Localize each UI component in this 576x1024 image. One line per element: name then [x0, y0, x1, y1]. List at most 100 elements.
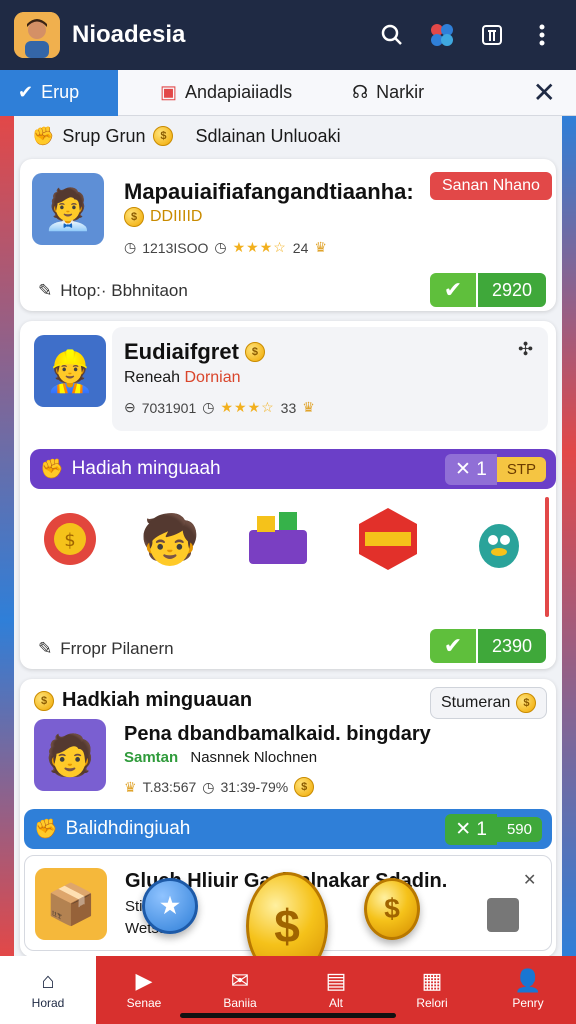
section-sub-label: Sdlainan Unluoaki — [195, 125, 341, 146]
coin-text: DDIIIID — [150, 208, 203, 225]
trophy-icon: ♛ — [314, 239, 327, 255]
banner-chip[interactable]: ✕ 1 STP — [445, 453, 546, 485]
clock-icon: ◷ — [214, 239, 227, 255]
scroll-indicator[interactable] — [545, 497, 549, 617]
nav-label: Penry — [512, 996, 544, 1010]
profile-avatar[interactable] — [14, 12, 60, 58]
banner-chip[interactable]: ✕ 1 590 — [445, 813, 542, 845]
card-thumbnail: 📦 — [35, 868, 107, 940]
reward-card[interactable]: 👷 Eudiaifgret $ Reneah Dornian ⊖ 7031901… — [20, 321, 556, 669]
reward-card[interactable]: 🧑‍💼 Mapauiaifiafangandtiaanha: Sanan Nha… — [20, 159, 556, 311]
footer-label: Htop:· Bbhnitaon — [60, 281, 188, 300]
coin-icon: $ — [34, 690, 54, 711]
prize-character[interactable]: 🧒 — [132, 501, 208, 577]
sparkle-icon[interactable]: ✣ — [518, 339, 533, 360]
banner-label: Hadiah minguaah — [71, 458, 221, 479]
floating-coin[interactable]: $ — [364, 878, 420, 940]
prize-mascot[interactable] — [460, 501, 536, 577]
trophy-icon: ♛ — [302, 399, 315, 415]
subtitle-red: Dornian — [184, 369, 241, 386]
tab-label: Narkir — [376, 82, 425, 102]
count-button[interactable]: 2920 — [478, 273, 546, 307]
coin-icon: $ — [244, 342, 265, 362]
check-button[interactable]: ✔ — [430, 629, 476, 663]
card-title-text: Eudiaifgret — [124, 339, 239, 364]
subtitle-rest: Nasnnek Nlochnen — [190, 749, 318, 766]
nav-label: Baniia — [223, 996, 257, 1010]
tab-andapiaiiadls[interactable]: ▣ Andapiaiiadls — [142, 70, 310, 116]
coin-icon: $ — [153, 126, 174, 146]
check-shield-icon: ✔ — [18, 82, 34, 102]
status-badge[interactable]: Sanan Nhano — [430, 172, 552, 200]
nav-senae[interactable]: ▶ Senae — [96, 956, 192, 1024]
user-icon: 👤 — [514, 968, 542, 993]
count-button[interactable]: 2390 — [478, 629, 546, 663]
meta-time: 7031901 — [141, 399, 197, 416]
nav-label: Senae — [126, 996, 162, 1010]
tab-label: Erup — [41, 82, 80, 102]
nav-home[interactable]: ⌂ Horad — [0, 956, 96, 1024]
document-icon: ▤ — [325, 968, 347, 993]
home-icon: ⌂ — [41, 968, 55, 993]
coin-icon: $ — [294, 777, 315, 797]
card-thumbnail: 👷 — [34, 335, 106, 407]
star-rating-icon: ★★★☆ — [220, 399, 275, 415]
bonus-banner: ✊ Balidhdingiuah ✕ 1 590 — [24, 809, 552, 849]
section-label: Srup Grun — [62, 125, 146, 146]
mail-icon: ✉ — [230, 968, 250, 993]
value-chip: STP — [496, 456, 546, 482]
pencil-icon: ✎ — [38, 281, 53, 300]
multiplier-chip: ✕ 1 — [445, 813, 497, 845]
meta-rating: 24 — [292, 239, 309, 256]
avatar-icon — [14, 12, 60, 58]
nav-label: Horad — [31, 996, 65, 1010]
nav-relori[interactable]: ▦ Relori — [384, 956, 480, 1024]
nav-label: Relori — [416, 996, 448, 1010]
card-footer: ✎ Htop:· Bbhnitaon — [38, 281, 188, 301]
tab-narkir[interactable]: ☊ Narkir — [334, 70, 442, 116]
handshake-icon: ✊ — [40, 459, 64, 480]
coin-value: $ DDIIIID — [124, 207, 202, 227]
filter-pill[interactable]: Stumeran $ — [430, 687, 548, 719]
subtitle-black: Reneah — [124, 369, 181, 386]
card-thumbnail: 🧑‍💼 — [32, 173, 104, 245]
value-chip: 590 — [496, 816, 542, 842]
prize-hexagon[interactable] — [350, 501, 426, 577]
wallet-icon[interactable] — [472, 15, 512, 55]
apps-icon[interactable] — [422, 15, 462, 55]
clock-icon: ◷ — [124, 239, 137, 255]
more-options-icon[interactable] — [522, 15, 562, 55]
nav-label: Alt — [328, 996, 343, 1010]
nav-penry[interactable]: 👤 Penry — [480, 956, 576, 1024]
section-title: $ Hadkiah minguauan — [34, 689, 252, 712]
app-title: Nioadesia — [72, 21, 186, 48]
prize-gift-box[interactable] — [240, 501, 316, 577]
check-button[interactable]: ✔ — [430, 273, 476, 307]
card-title: Pena dbandbamalkaid. bingdary — [124, 723, 431, 745]
side-decoration-right — [562, 116, 576, 956]
card-title: Mapauiaifiafangandtiaanha: — [124, 179, 414, 204]
floating-badge-icon[interactable]: ★ — [142, 878, 198, 934]
section-header: ✊ Srup Grun $ Sdlainan Unluoaki — [14, 116, 562, 156]
search-icon[interactable] — [372, 15, 412, 55]
multiplier-chip: ✕ 1 — [445, 453, 497, 485]
meta-rating: 33 — [280, 399, 297, 416]
coin-icon: $ — [124, 207, 144, 227]
clock-icon: ◷ — [202, 778, 215, 795]
tab-label: Andapiaiiadls — [185, 82, 293, 102]
claim-actions: ✔ 2920 — [430, 273, 546, 307]
close-icon[interactable]: ✕ — [533, 76, 556, 109]
section-title-text: Hadkiah minguauan — [62, 689, 253, 711]
subtitle-green: Samtan — [124, 749, 179, 766]
card-subtitle: Samtan Nasnnek Nlochnen — [124, 749, 317, 766]
prize-gear-coin[interactable]: $ — [32, 501, 108, 577]
tab-erup[interactable]: ✔ Erup — [0, 69, 118, 116]
footer-label: Frropr Pilanern — [60, 639, 174, 658]
banner-label: Balidhdingiuah — [65, 818, 191, 839]
card-meta: ♛ T.83:567 ◷ 31:39-79% $ — [124, 777, 315, 797]
card-thumbnail: 🧑 — [34, 719, 106, 791]
svg-text:$: $ — [64, 530, 75, 551]
card-meta: ⊖ 7031901 ◷ ★★★☆ 33 ♛ — [124, 399, 315, 416]
close-small-icon[interactable]: ✕ — [523, 870, 536, 890]
home-indicator[interactable] — [180, 1013, 396, 1018]
